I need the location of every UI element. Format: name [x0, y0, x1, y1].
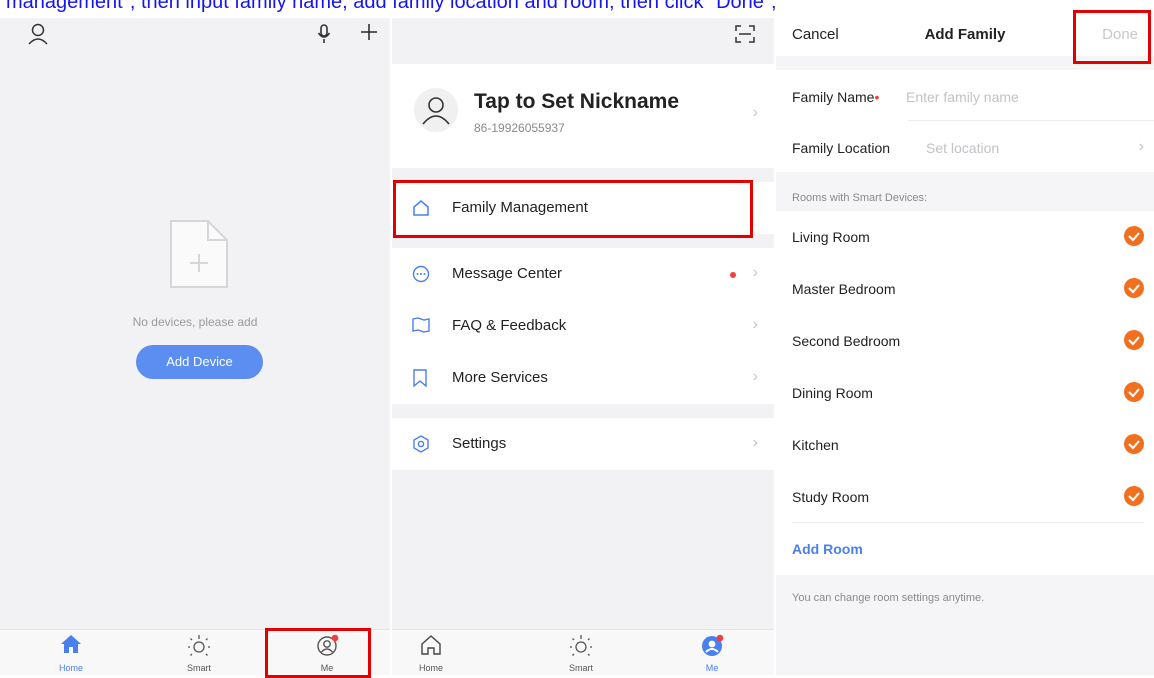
me-filled-icon — [700, 634, 724, 663]
family-location-field[interactable]: Set location — [926, 140, 999, 156]
book-icon — [412, 317, 430, 338]
menu-item-faq-feedback[interactable]: FAQ & Feedback › — [392, 300, 774, 352]
room-row-study-room[interactable]: Study Room — [776, 471, 1154, 523]
checkmark-icon[interactable] — [1124, 278, 1144, 298]
home-outline-icon — [420, 634, 442, 661]
add-family-screen: Cancel Add Family Done Family Name• Ente… — [776, 18, 1154, 675]
menu-item-message-center[interactable]: Message Center › — [392, 248, 774, 300]
tab-home[interactable]: Home — [31, 630, 111, 675]
tab-smart[interactable]: Smart — [159, 630, 239, 675]
chevron-right-icon: › — [752, 264, 758, 281]
sun-icon — [569, 634, 593, 663]
microphone-icon[interactable] — [317, 24, 331, 44]
menu-label: Message Center — [452, 265, 563, 282]
menu-group: Message Center › FAQ & Feedback › More S… — [392, 248, 774, 404]
home-filled-icon — [60, 634, 82, 659]
tab-smart[interactable]: Smart — [541, 630, 621, 675]
chevron-right-icon: › — [752, 316, 758, 333]
room-row-master-bedroom[interactable]: Master Bedroom — [776, 263, 1154, 315]
home-screen: No devices, please add Add Device Home S… — [0, 18, 390, 675]
chevron-right-icon: › — [1138, 138, 1144, 155]
family-info-card: Family Name• Enter family name Family Lo… — [776, 70, 1154, 172]
gear-icon — [412, 435, 430, 458]
room-row-living-room[interactable]: Living Room — [776, 211, 1154, 263]
add-icon[interactable] — [360, 23, 378, 41]
room-name: Master Bedroom — [792, 281, 896, 297]
rooms-card: Living Room Master Bedroom Second Bedroo… — [776, 211, 1154, 575]
tab-home[interactable]: Home — [392, 630, 471, 675]
chevron-right-icon: › — [752, 434, 758, 451]
menu-label: FAQ & Feedback — [452, 317, 567, 334]
tab-me[interactable]: Me — [672, 630, 752, 675]
family-name-input[interactable]: Enter family name — [906, 89, 1019, 105]
room-name: Living Room — [792, 229, 870, 245]
add-device-button[interactable]: Add Device — [136, 345, 263, 379]
add-room-button[interactable]: Add Room — [792, 523, 863, 575]
tab-smart-label: Smart — [568, 663, 593, 673]
scan-icon[interactable] — [735, 25, 755, 43]
empty-document-icon — [168, 218, 230, 295]
notification-dot — [730, 272, 736, 278]
highlight-family-management — [393, 180, 753, 238]
room-row-second-bedroom[interactable]: Second Bedroom — [776, 315, 1154, 367]
rooms-section-header: Rooms with Smart Devices: — [792, 192, 928, 204]
checkmark-icon[interactable] — [1124, 434, 1144, 454]
sun-icon — [187, 634, 211, 663]
checkmark-icon[interactable] — [1124, 226, 1144, 246]
instruction-caption: management", then input family name, add… — [6, 0, 777, 13]
menu-label: Settings — [452, 435, 507, 452]
bookmark-icon — [412, 369, 428, 392]
chat-bubble-icon — [412, 265, 430, 288]
bottom-tab-bar: Home Smart Me — [392, 629, 774, 675]
menu-item-settings[interactable]: Settings › — [392, 418, 774, 470]
room-name: Study Room — [792, 489, 870, 505]
phone-number: 86-19926055937 — [474, 121, 565, 135]
checkmark-icon[interactable] — [1124, 382, 1144, 402]
tab-smart-label: Smart — [186, 663, 211, 673]
footer-note: You can change room settings anytime. — [792, 592, 985, 604]
chevron-right-icon: › — [752, 104, 758, 121]
divider — [908, 120, 1154, 121]
profile-icon[interactable] — [27, 23, 49, 45]
chevron-right-icon: › — [752, 368, 758, 385]
nickname-label: Tap to Set Nickname — [474, 90, 679, 113]
room-name: Kitchen — [792, 437, 839, 453]
room-name: Dining Room — [792, 385, 873, 401]
checkmark-icon[interactable] — [1124, 330, 1144, 350]
room-name: Second Bedroom — [792, 333, 901, 349]
menu-item-more-services[interactable]: More Services › — [392, 352, 774, 404]
profile-card[interactable]: Tap to Set Nickname 86-19926055937 › — [392, 64, 774, 168]
highlight-me-tab — [265, 628, 371, 678]
tab-home-label: Home — [418, 663, 443, 673]
menu-label: More Services — [452, 369, 548, 386]
me-screen: Tap to Set Nickname 86-19926055937 › Fam… — [392, 18, 774, 675]
family-location-label: Family Location — [792, 140, 891, 156]
avatar — [414, 88, 458, 132]
family-name-label: Family Name• — [792, 89, 880, 105]
room-row-kitchen[interactable]: Kitchen — [776, 419, 1154, 471]
highlight-done-button — [1073, 10, 1151, 64]
tab-me-label: Me — [705, 663, 719, 673]
empty-state-text: No devices, please add — [132, 315, 258, 329]
tab-home-label: Home — [58, 663, 83, 673]
room-row-dining-room[interactable]: Dining Room — [776, 367, 1154, 419]
checkmark-icon[interactable] — [1124, 486, 1144, 506]
